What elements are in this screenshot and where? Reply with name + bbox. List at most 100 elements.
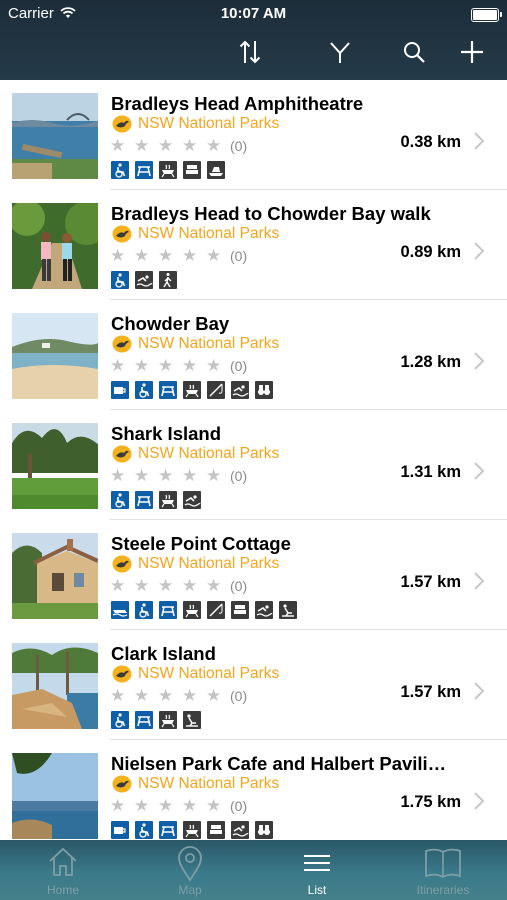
- boating-icon: [111, 601, 129, 619]
- filter-icon: [330, 42, 350, 63]
- filter-button[interactable]: [322, 34, 358, 70]
- place-distance: 0.38 km: [400, 133, 461, 151]
- rating-count: (0): [230, 248, 248, 264]
- boat-ramp-icon: [207, 161, 225, 179]
- list-item[interactable]: Shark Island NSW National Parks ★ ★ ★ ★ ★ (0)…: [0, 410, 507, 520]
- facility-icons: [111, 271, 183, 289]
- navigation-header: Carrier 10:07 AM: [0, 0, 507, 80]
- place-distance: 1.31 km: [400, 463, 461, 481]
- place-thumbnail: [12, 423, 98, 509]
- place-thumbnail: [12, 93, 98, 179]
- places-list[interactable]: Bradleys Head Amphitheatre NSW National …: [0, 80, 507, 840]
- battery-icon: [471, 8, 502, 22]
- bbq-icon: [183, 821, 201, 839]
- star-icon: ★: [158, 576, 174, 595]
- place-organisation: NSW National Parks: [112, 775, 279, 793]
- place-name: Steele Point Cottage: [111, 533, 291, 554]
- swimming-icon: [255, 601, 273, 619]
- sort-button[interactable]: [232, 34, 268, 70]
- nsw-parks-logo-icon: [112, 115, 132, 133]
- tab-list[interactable]: List: [254, 840, 380, 900]
- star-icon: ★: [110, 246, 126, 265]
- list-item[interactable]: Clark Island NSW National Parks ★ ★ ★ ★ ★ (0)…: [0, 630, 507, 740]
- nsw-parks-logo-icon: [112, 335, 132, 353]
- star-icon: ★: [182, 796, 198, 815]
- home-icon: [47, 846, 79, 883]
- tab-map[interactable]: Map: [127, 840, 253, 900]
- rating-count: (0): [230, 798, 248, 814]
- accessible-icon: [111, 711, 129, 729]
- star-icon: ★: [134, 466, 150, 485]
- list-item[interactable]: Nielsen Park Cafe and Halbert Pavili… NS…: [0, 740, 507, 840]
- picnic-icon: [159, 601, 177, 619]
- rating-count: (0): [230, 358, 248, 374]
- star-rating: ★ ★ ★ ★ ★ (0): [110, 466, 247, 486]
- swimming-icon: [135, 271, 153, 289]
- picnic-icon: [135, 161, 153, 179]
- organisation-name: NSW National Parks: [138, 445, 280, 462]
- toilets-icon: [207, 821, 225, 839]
- list-item[interactable]: Chowder Bay NSW National Parks ★ ★ ★ ★ ★ (0) …: [0, 300, 507, 410]
- walking-icon: [159, 271, 177, 289]
- search-button[interactable]: [396, 34, 432, 70]
- star-rating: ★ ★ ★ ★ ★ (0): [110, 686, 247, 706]
- chevron-right-icon: [473, 789, 485, 813]
- star-icon: ★: [134, 576, 150, 595]
- tab-list-label: List: [307, 883, 327, 897]
- star-icon: ★: [182, 136, 198, 155]
- star-icon: ★: [134, 246, 150, 265]
- place-thumbnail: [12, 753, 98, 839]
- star-icon: ★: [158, 136, 174, 155]
- star-icon: ★: [206, 796, 222, 815]
- chevron-right-icon: [473, 349, 485, 373]
- status-bar: Carrier 10:07 AM: [0, 0, 507, 28]
- sort-icon: [239, 40, 261, 64]
- place-thumbnail: [12, 203, 98, 289]
- fishing-icon: [207, 601, 225, 619]
- add-icon: [461, 41, 483, 63]
- add-button[interactable]: [454, 34, 490, 70]
- picnic-icon: [135, 711, 153, 729]
- place-name: Nielsen Park Cafe and Halbert Pavili…: [111, 753, 447, 774]
- place-distance: 1.28 km: [400, 353, 461, 371]
- nsw-parks-logo-icon: [112, 445, 132, 463]
- chevron-right-icon: [473, 569, 485, 593]
- star-icon: ★: [182, 246, 198, 265]
- facility-icons: [111, 491, 207, 509]
- nsw-parks-logo-icon: [112, 555, 132, 573]
- star-rating: ★ ★ ★ ★ ★ (0): [110, 136, 247, 156]
- star-rating: ★ ★ ★ ★ ★ (0): [110, 576, 247, 596]
- star-icon: ★: [206, 246, 222, 265]
- cafe-icon: [111, 381, 129, 399]
- list-item[interactable]: Bradleys Head to Chowder Bay walk NSW Na…: [0, 190, 507, 300]
- search-icon: [404, 42, 425, 63]
- facility-icons: [111, 601, 303, 619]
- star-rating: ★ ★ ★ ★ ★ (0): [110, 246, 247, 266]
- place-organisation: NSW National Parks: [112, 335, 279, 353]
- star-icon: ★: [206, 576, 222, 595]
- bbq-icon: [159, 711, 177, 729]
- star-icon: ★: [182, 576, 198, 595]
- star-icon: ★: [206, 136, 222, 155]
- chevron-right-icon: [473, 239, 485, 263]
- list-item[interactable]: Bradleys Head Amphitheatre NSW National …: [0, 80, 507, 190]
- facility-icons: [111, 381, 279, 399]
- tab-map-label: Map: [178, 883, 202, 897]
- place-organisation: NSW National Parks: [112, 115, 279, 133]
- facility-icons: [111, 821, 279, 839]
- rating-count: (0): [230, 468, 248, 484]
- accessible-icon: [135, 601, 153, 619]
- place-thumbnail: [12, 643, 98, 729]
- picnic-icon: [159, 821, 177, 839]
- book-icon: [424, 846, 462, 885]
- cafe-icon: [111, 821, 129, 839]
- diving-icon: [279, 601, 297, 619]
- tab-itineraries[interactable]: Itineraries: [380, 840, 506, 900]
- accessible-icon: [135, 381, 153, 399]
- swimming-icon: [183, 491, 201, 509]
- clock: 10:07 AM: [220, 5, 287, 22]
- list-item[interactable]: Steele Point Cottage NSW National Parks …: [0, 520, 507, 630]
- chevron-right-icon: [473, 129, 485, 153]
- accessible-icon: [111, 491, 129, 509]
- tab-home[interactable]: Home: [0, 840, 126, 900]
